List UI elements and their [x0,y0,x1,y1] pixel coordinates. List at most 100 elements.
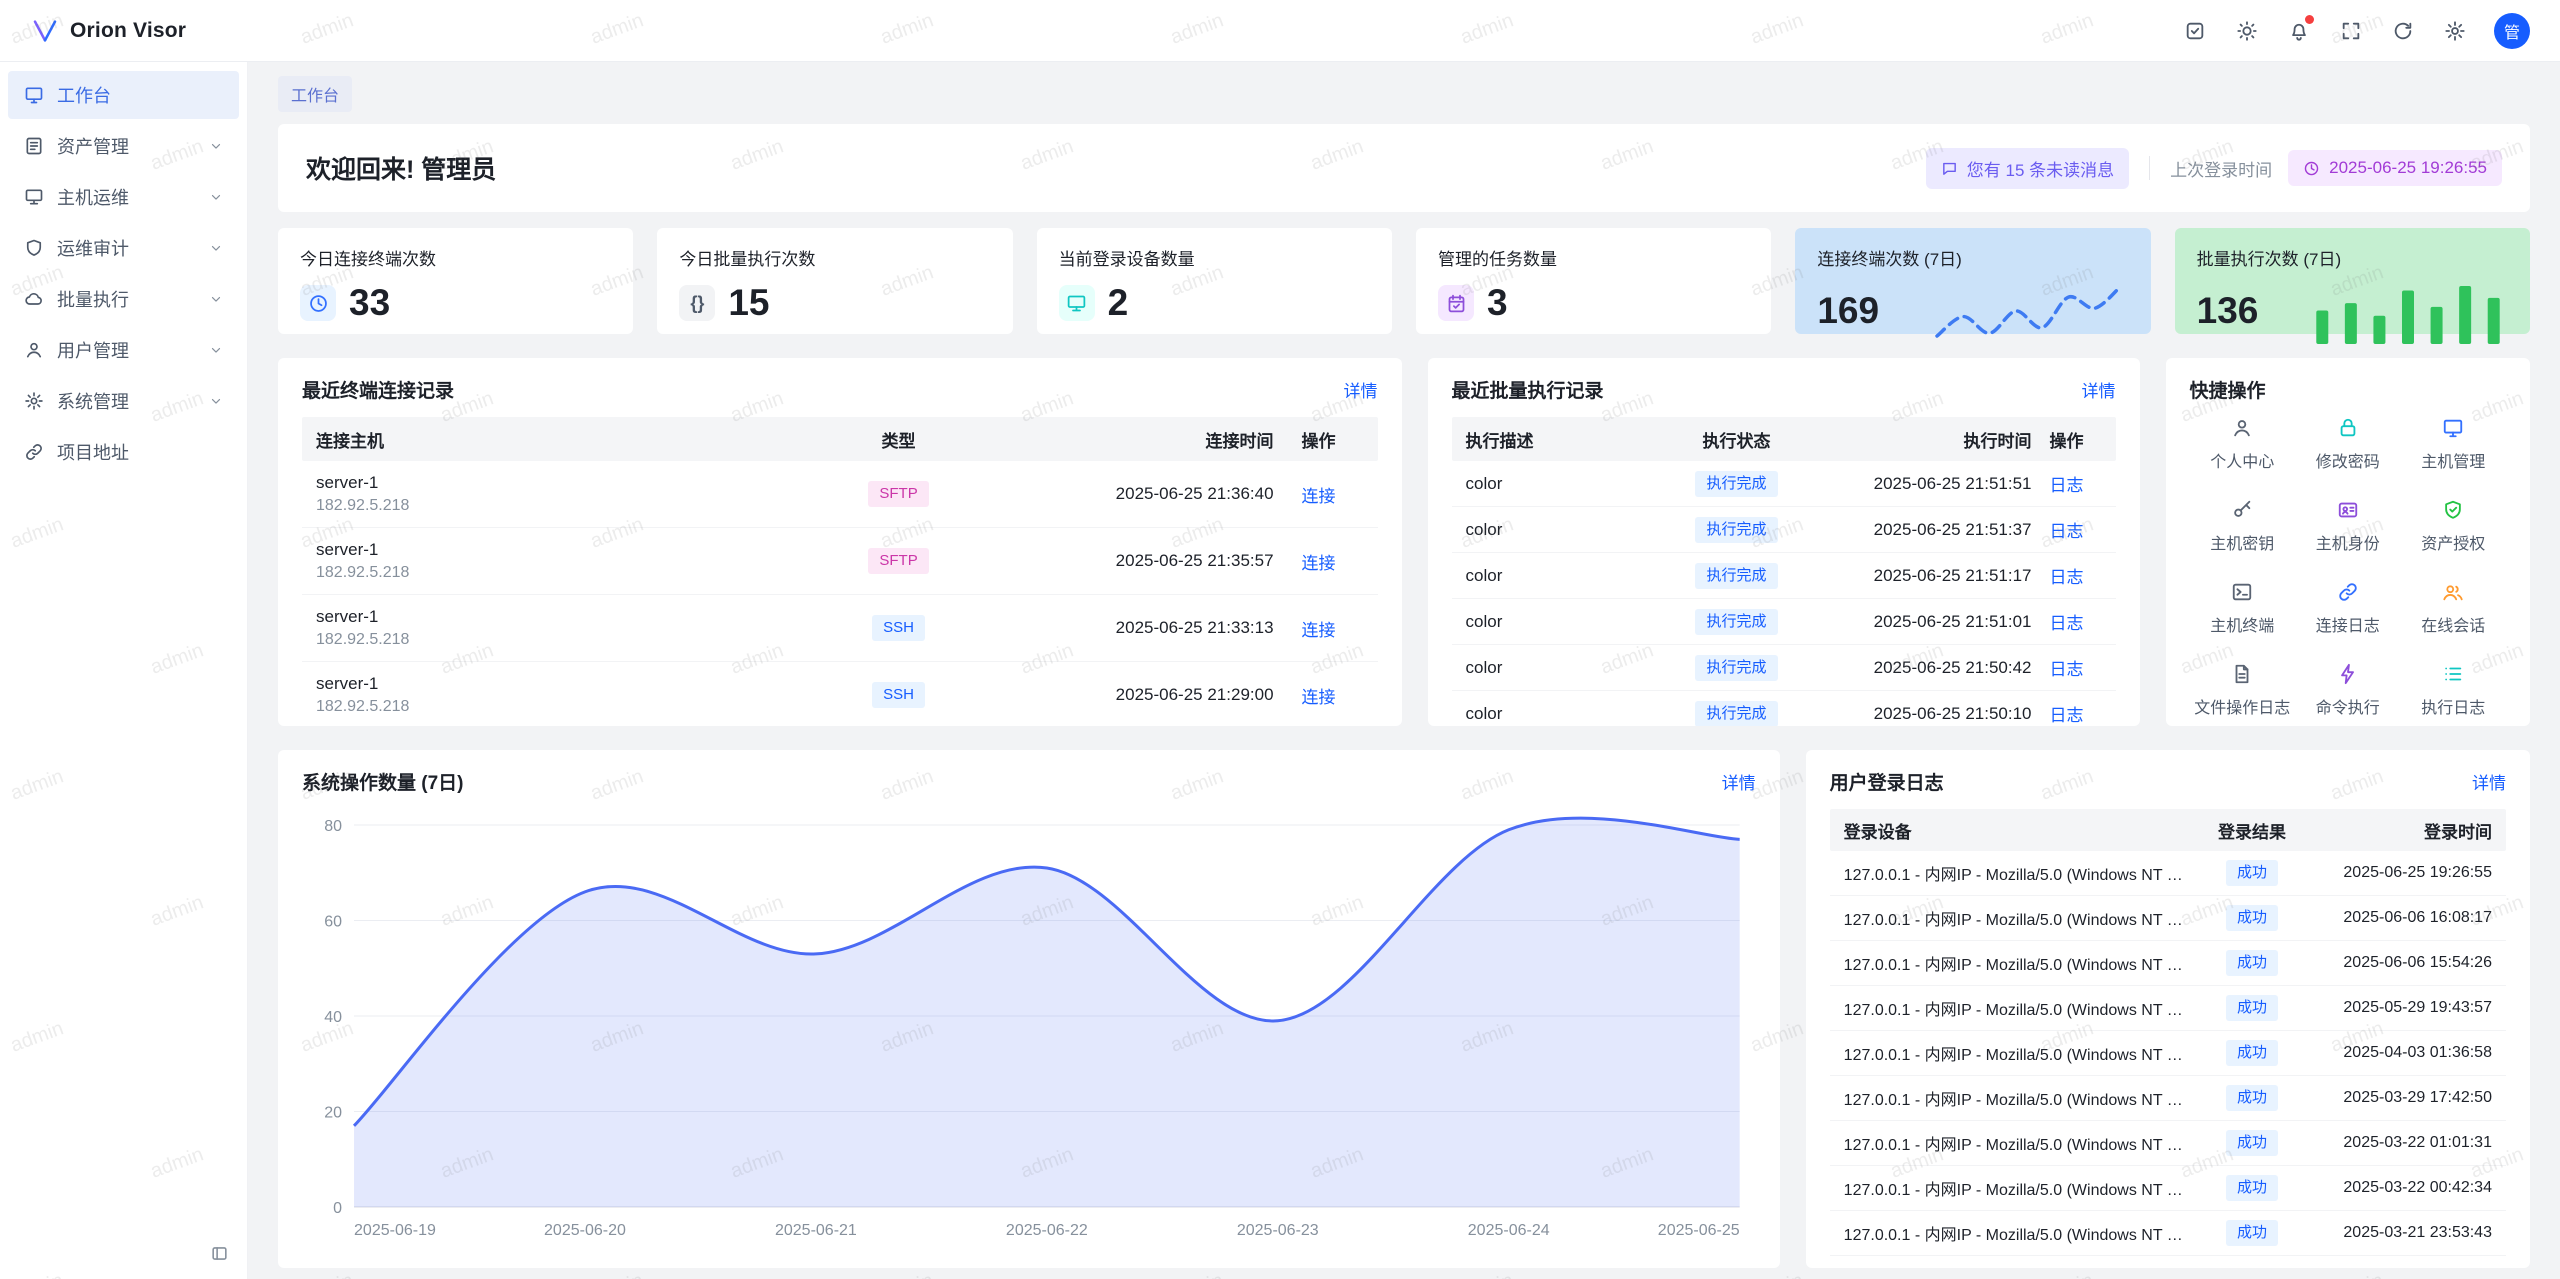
column-header: 执行时间 [1812,427,2032,452]
chart-detail-link[interactable]: 详情 [1722,769,1756,794]
quick-action-host-manage[interactable]: 主机管理 [2401,417,2507,472]
table-row: 127.0.0.1 - 内网IP - Mozilla/5.0 (Windows … [1830,1211,2506,1256]
todo-button[interactable] [2174,10,2216,52]
login-time: 2025-03-22 00:42:34 [2302,1179,2492,1197]
connect-link[interactable]: 连接 [1302,688,1336,707]
svg-text:40: 40 [324,1009,342,1026]
connect-link[interactable]: 连接 [1302,554,1336,573]
sidebar-item-host-ops[interactable]: 主机运维 [8,173,239,221]
log-link[interactable]: 日志 [2050,522,2084,541]
quick-action-label: 资产授权 [2421,530,2485,554]
exec-desc: color [1466,658,1662,678]
quick-action-label: 执行日志 [2421,694,2485,718]
log-list-icon [2442,663,2464,685]
file-log-icon [2231,663,2253,685]
sidebar-item-users[interactable]: 用户管理 [8,326,239,374]
users-icon [2442,581,2464,603]
batch-detail-link[interactable]: 详情 [2082,377,2116,402]
quick-action-online-session[interactable]: 在线会话 [2401,581,2507,636]
connect-time: 2025-06-25 21:35:57 [974,551,1274,571]
quick-action-asset-grant[interactable]: 资产授权 [2401,499,2507,554]
unread-messages-badge[interactable]: 您有 15 条未读消息 [1926,148,2129,189]
log-link[interactable]: 日志 [2050,706,2084,725]
sparkline-dashed-chart [1929,278,2129,344]
login-device: 127.0.0.1 - 内网IP - Mozilla/5.0 (Windows … [1844,1131,2202,1155]
unread-messages-text: 您有 15 条未读消息 [1967,156,2114,181]
status-badge: 执行完成 [1695,471,1777,497]
column-header: 登录时间 [2302,818,2492,843]
stat-card-tasks: 管理的任务数量 3 [1416,228,1771,334]
sidebar-item-system[interactable]: 系统管理 [8,377,239,425]
log-link[interactable]: 日志 [2050,614,2084,633]
quick-action-label: 文件操作日志 [2194,694,2290,718]
svg-text:2025-06-19: 2025-06-19 [354,1222,436,1239]
quick-action-label: 主机密钥 [2210,530,2274,554]
host-ip: 182.92.5.218 [316,697,824,718]
exec-time: 2025-06-25 21:51:01 [1812,612,2032,632]
quick-action-change-password[interactable]: 修改密码 [2295,417,2401,472]
svg-text:2025-06-22: 2025-06-22 [1006,1222,1088,1239]
table-row: color 执行完成 2025-06-25 21:51:17 日志 [1452,553,2116,599]
protocol-badge: SSH [872,615,925,641]
status-badge: 执行完成 [1695,609,1777,635]
host-ip: 182.92.5.218 [316,563,824,584]
chevron-down-icon [209,241,223,255]
quick-action-exec-log[interactable]: 执行日志 [2401,663,2507,718]
exec-time: 2025-06-25 21:50:42 [1812,658,2032,678]
log-link[interactable]: 日志 [2050,476,2084,495]
connect-time: 2025-06-25 21:29:00 [974,685,1274,705]
sidebar-item-assets[interactable]: 资产管理 [8,122,239,170]
sidebar-item-batch[interactable]: 批量执行 [8,275,239,323]
svg-text:2025-06-23: 2025-06-23 [1237,1222,1319,1239]
quick-action-profile[interactable]: 个人中心 [2190,417,2296,472]
exec-time: 2025-06-25 21:51:51 [1812,474,2032,494]
table-row: 127.0.0.1 - 内网IP - Mozilla/5.0 (Windows … [1830,1166,2506,1211]
svg-text:20: 20 [324,1105,342,1122]
welcome-card: 欢迎回来! 管理员 您有 15 条未读消息 上次登录时间 2025-06-25 … [278,124,2530,212]
quick-action-host-terminal[interactable]: 主机终端 [2190,581,2296,636]
sidebar-collapse-button[interactable] [203,1237,235,1269]
table-row: color 执行完成 2025-06-25 21:50:10 日志 [1452,691,2116,726]
fullscreen-button[interactable] [2330,10,2372,52]
breadcrumb-item-workbench[interactable]: 工作台 [278,76,352,112]
connect-link[interactable]: 连接 [1302,621,1336,640]
login-result-badge: 成功 [2226,950,2278,976]
sidebar-item-label: 运维审计 [57,235,129,261]
user-avatar[interactable]: 管 [2494,13,2530,49]
login-result-badge: 成功 [2226,995,2278,1021]
notification-button[interactable] [2278,10,2320,52]
panel-title: 最近批量执行记录 [1452,376,1604,403]
login-device: 127.0.0.1 - 内网IP - Mozilla/5.0 (Windows … [1844,1176,2202,1200]
refresh-button[interactable] [2382,10,2424,52]
log-link[interactable]: 日志 [2050,660,2084,679]
sidebar-item-label: 批量执行 [57,286,129,312]
login-device: 127.0.0.1 - 内网IP - Mozilla/5.0 (Windows … [1844,1221,2202,1245]
stat-value: 169 [1817,290,1879,332]
sidebar-item-workbench[interactable]: 工作台 [8,71,239,119]
table-row: 127.0.0.1 - 内网IP - Mozilla/5.0 (Windows … [1830,896,2506,941]
connect-link[interactable]: 连接 [1302,487,1336,506]
app-logo[interactable]: Orion Visor [30,16,186,46]
quick-action-command-exec[interactable]: 命令执行 [2295,663,2401,718]
sidebar-item-audit[interactable]: 运维审计 [8,224,239,272]
host-ip: 182.92.5.218 [316,630,824,651]
exec-time: 2025-06-25 21:51:37 [1812,520,2032,540]
log-link[interactable]: 日志 [2050,568,2084,587]
quick-action-file-op-log[interactable]: 文件操作日志 [2190,663,2296,718]
protocol-badge: SFTP [868,481,928,507]
gear-icon [2444,20,2466,42]
sidebar-item-label: 项目地址 [57,439,129,465]
theme-button[interactable] [2226,10,2268,52]
terminal-detail-link[interactable]: 详情 [1344,377,1378,402]
settings-button[interactable] [2434,10,2476,52]
login-device: 127.0.0.1 - 内网IP - Mozilla/5.0 (Windows … [1844,1086,2202,1110]
stat-value: 2 [1108,282,1129,324]
task-calendar-icon [1446,293,1467,314]
quick-action-host-key[interactable]: 主机密钥 [2190,499,2296,554]
quick-action-host-identity[interactable]: 主机身份 [2295,499,2401,554]
quick-actions-panel: 快捷操作 个人中心 修改密码 主机管理 [2166,358,2531,726]
quick-action-connect-log[interactable]: 连接日志 [2295,581,2401,636]
login-detail-link[interactable]: 详情 [2472,769,2506,794]
sidebar-item-project-link[interactable]: 项目地址 [8,428,239,476]
table-row: 127.0.0.1 - 内网IP - Mozilla/5.0 (Windows … [1830,1031,2506,1076]
